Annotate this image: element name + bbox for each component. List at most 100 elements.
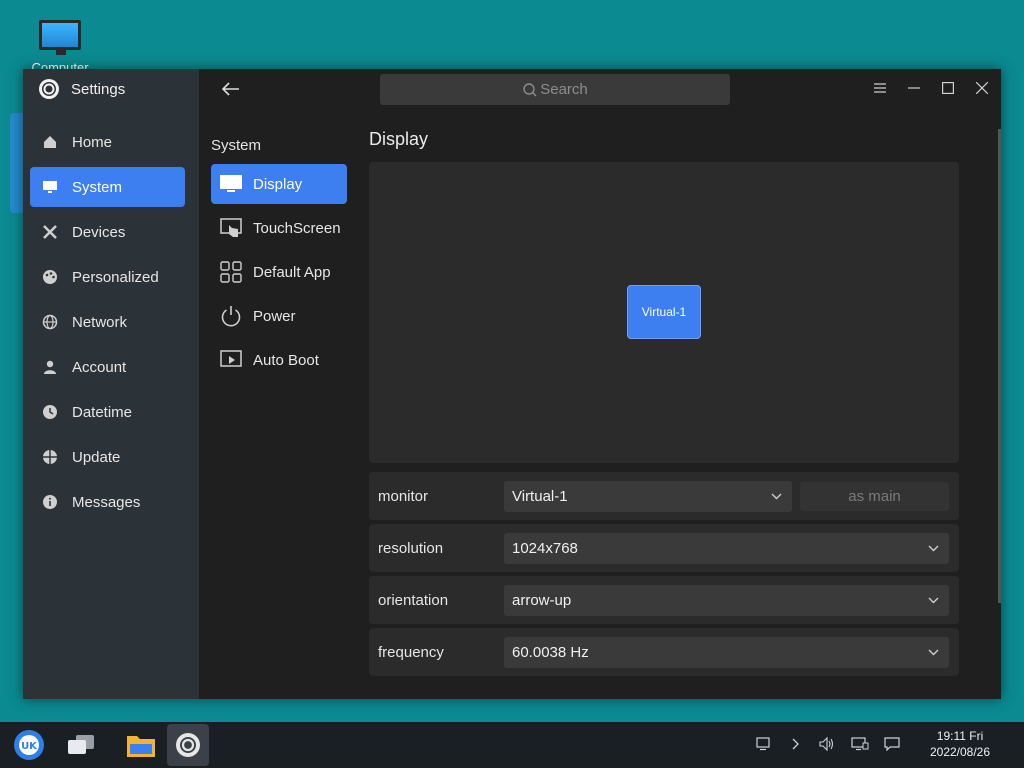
menu-button[interactable] — [869, 77, 891, 99]
subnav-item-label: Default App — [253, 263, 331, 281]
maximize-button[interactable] — [937, 77, 959, 99]
screen-record-icon[interactable] — [754, 734, 774, 754]
volume-icon[interactable] — [817, 734, 837, 754]
sidebar-item-devices[interactable]: Devices — [30, 212, 185, 252]
as-main-button[interactable]: as main — [800, 481, 949, 511]
sidebar-item-home[interactable]: Home — [30, 122, 185, 162]
sidebar-item-label: Home — [72, 133, 113, 151]
back-button[interactable] — [219, 77, 243, 101]
start-menu-icon: UK — [14, 730, 44, 760]
sidebar-item-label: Network — [72, 313, 128, 331]
sidebar-item-label: Personalized — [72, 268, 159, 286]
multitask-button[interactable] — [60, 724, 102, 766]
system-subnav: System Display TouchScreen Default App P… — [211, 137, 347, 384]
multitask-icon — [68, 735, 94, 754]
sidebar-item-system[interactable]: System — [30, 167, 185, 207]
orientation-label: orientation — [378, 591, 449, 609]
power-icon — [219, 304, 243, 328]
orientation-select-value: arrow-up — [512, 591, 572, 609]
sidebar: Settings Home System Devices Personalize… — [23, 69, 199, 699]
subnav-item-label: Power — [253, 307, 296, 325]
sidebar-item-label: Datetime — [72, 403, 133, 421]
notification-icon[interactable] — [882, 734, 902, 754]
tools-icon — [42, 224, 58, 240]
sidebar-item-label: System — [72, 178, 123, 196]
minimize-icon — [908, 87, 920, 89]
close-icon — [976, 82, 988, 94]
sidebar-item-label: Update — [72, 448, 121, 466]
app-title: Settings — [37, 77, 125, 101]
monitor-tile[interactable]: Virtual-1 — [627, 285, 701, 339]
chevron-down-icon — [928, 541, 939, 555]
start-menu-button[interactable]: UK — [8, 724, 50, 766]
clock-date: 2022/08/26 — [929, 745, 991, 759]
svg-text:UK: UK — [21, 741, 38, 752]
frequency-select[interactable]: 60.0038 Hz — [504, 636, 949, 668]
minimize-button[interactable] — [903, 77, 925, 99]
monitor-label: monitor — [378, 487, 429, 505]
subnav-item-default-app[interactable]: Default App — [211, 252, 347, 292]
chevron-down-icon — [928, 645, 939, 659]
file-manager-icon — [127, 736, 155, 757]
desktop-icon-computer[interactable]: Computer — [20, 20, 100, 75]
maximize-icon — [942, 82, 954, 94]
subnav-item-touchscreen[interactable]: TouchScreen — [211, 208, 347, 248]
monitor-arrangement-preview: Virtual-1 — [369, 162, 959, 463]
resolution-label: resolution — [378, 539, 444, 557]
file-manager-button[interactable] — [120, 724, 162, 766]
close-button[interactable] — [971, 77, 993, 99]
monitor-select[interactable]: Virtual-1 — [504, 480, 792, 512]
subnav-item-display[interactable]: Display — [211, 164, 347, 204]
clock[interactable]: 19:11 Fri 2022/08/26 — [920, 728, 1000, 760]
sidebar-item-datetime[interactable]: Datetime — [30, 392, 185, 432]
subnav-item-label: Display — [253, 175, 303, 193]
clock-time: 19:11 Fri — [936, 729, 984, 743]
autoboot-icon — [219, 348, 243, 372]
settings-icon — [176, 733, 200, 757]
grid-icon — [219, 260, 243, 284]
subnav-item-auto-boot[interactable]: Auto Boot — [211, 340, 347, 380]
sidebar-item-network[interactable]: Network — [30, 302, 185, 342]
menu-icon — [874, 83, 886, 93]
palette-icon — [42, 269, 58, 285]
orientation-row: orientation arrow-up — [369, 576, 959, 624]
resolution-row: resolution 1024x768 — [369, 524, 959, 572]
user-icon — [42, 359, 58, 375]
monitor-select-value: Virtual-1 — [512, 487, 568, 505]
search-placeholder: Search — [540, 81, 588, 98]
info-icon — [42, 494, 58, 510]
window-controls — [869, 77, 993, 99]
search-input[interactable]: Search — [380, 74, 730, 105]
frequency-label: frequency — [378, 643, 444, 661]
sidebar-item-update[interactable]: Update — [30, 437, 185, 477]
sidebar-item-personalized[interactable]: Personalized — [30, 257, 185, 297]
sidebar-item-label: Account — [72, 358, 127, 376]
frequency-select-value: 60.0038 Hz — [512, 643, 589, 661]
scrollbar[interactable] — [998, 129, 1001, 603]
orientation-select[interactable]: arrow-up — [504, 584, 949, 616]
content-area: Search System Display TouchScreen Defaul… — [199, 69, 1001, 699]
monitor-row: monitor Virtual-1 as main — [369, 472, 959, 520]
sidebar-item-label: Devices — [72, 223, 126, 241]
title-bar: Search — [199, 69, 1001, 109]
sidebar-item-account[interactable]: Account — [30, 347, 185, 387]
settings-taskbar-button[interactable] — [167, 724, 209, 766]
subnav-title: System — [211, 137, 262, 154]
network-icon[interactable] — [850, 734, 870, 754]
sidebar-item-messages[interactable]: Messages — [30, 482, 185, 522]
touchscreen-icon — [219, 216, 243, 240]
resolution-select[interactable]: 1024x768 — [504, 532, 949, 564]
chevron-down-icon — [928, 593, 939, 607]
subnav-item-power[interactable]: Power — [211, 296, 347, 336]
arrow-left-icon — [222, 82, 239, 96]
gear-icon — [39, 79, 59, 99]
resolution-select-value: 1024x768 — [512, 539, 578, 557]
update-icon — [42, 449, 58, 465]
taskbar: UK 19:11 Fri 2022/08/26 — [0, 722, 1024, 768]
chevron-right-icon[interactable] — [786, 734, 806, 754]
search-icon — [523, 82, 537, 96]
sidebar-nav: Home System Devices Personalized Network… — [30, 122, 185, 527]
display-panel: Display Virtual-1 monitor Virtual-1 as m… — [369, 129, 959, 676]
monitor-icon — [39, 20, 81, 55]
subnav-item-label: TouchScreen — [253, 219, 341, 237]
